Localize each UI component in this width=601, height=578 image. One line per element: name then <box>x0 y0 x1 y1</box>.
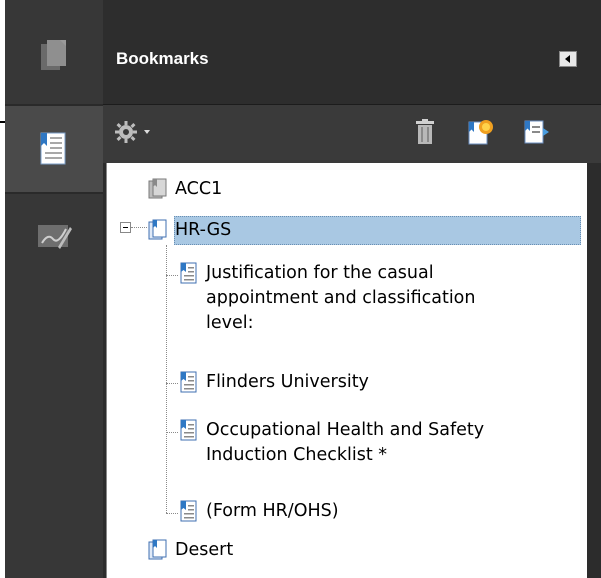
trash-icon <box>416 119 434 144</box>
bookmark-form-hr-ohs[interactable]: (Form HR/OHS) <box>179 499 339 524</box>
expand-bookmark-icon <box>524 120 549 144</box>
pages-icon <box>41 40 66 70</box>
signatures-icon <box>38 225 72 249</box>
bookmark-flinders[interactable]: Flinders University <box>179 370 369 395</box>
bookmark-acc1[interactable]: ACC1 <box>148 177 222 202</box>
bookmark-group-icon <box>148 178 167 199</box>
tree-connector <box>166 432 178 433</box>
pages-button[interactable] <box>5 14 103 100</box>
tree-connector <box>166 383 178 384</box>
bookmark-justification[interactable]: Justification for the casual appointment… <box>179 261 475 336</box>
expand-bookmark-button[interactable] <box>523 117 553 147</box>
bookmark-icon <box>180 262 197 284</box>
bookmark-label: (Form HR/OHS) <box>206 501 339 521</box>
tree-connector <box>166 513 178 514</box>
bookmark-icon <box>180 419 197 441</box>
bookmark-label-line: appointment and classification <box>206 288 476 308</box>
delete-bookmark-button[interactable] <box>410 117 440 147</box>
new-bookmark-button[interactable] <box>466 117 496 147</box>
navigation-rail <box>5 0 103 578</box>
selected-highlight <box>174 216 581 245</box>
bookmarks-toolbar <box>103 105 601 163</box>
tree-connector <box>166 275 178 276</box>
panel-header: Bookmarks <box>103 0 601 105</box>
bookmark-label-line: level: <box>206 313 254 333</box>
bookmark-ohs[interactable]: Occupational Health and Safety Induction… <box>179 418 484 468</box>
bookmark-label: Desert <box>175 540 234 560</box>
tree-connector <box>131 227 147 228</box>
bookmark-group-icon <box>148 539 167 560</box>
bookmark-icon <box>180 371 197 393</box>
bookmark-desert[interactable]: Desert <box>148 538 233 563</box>
bookmark-group-icon <box>148 219 167 240</box>
options-menu-button[interactable] <box>113 117 159 147</box>
tree-connector <box>166 245 167 513</box>
bookmarks-tab-button[interactable] <box>5 104 103 194</box>
collapse-toggle[interactable] <box>120 222 131 233</box>
collapse-panel-button[interactable] <box>559 51 577 67</box>
bookmark-label: ACC1 <box>175 179 223 199</box>
new-bookmark-icon <box>468 120 493 145</box>
scrollbar-edge <box>586 163 601 578</box>
bookmark-label-line: Occupational Health and Safety <box>206 420 485 440</box>
bookmark-label-line: Justification for the casual <box>206 263 434 283</box>
signatures-button[interactable] <box>5 194 103 280</box>
bookmark-icon <box>180 500 197 522</box>
triangle-left-icon <box>565 55 570 63</box>
bookmark-label: HR-GS <box>175 220 232 240</box>
bookmarks-icon <box>40 132 66 165</box>
bookmark-label-line: Induction Checklist * <box>206 445 388 465</box>
options-gear-icon <box>115 121 150 143</box>
panel-title: Bookmarks <box>116 49 209 68</box>
bookmark-hr-gs[interactable]: HR-GS <box>148 218 231 243</box>
bookmark-label: Flinders University <box>206 372 369 392</box>
